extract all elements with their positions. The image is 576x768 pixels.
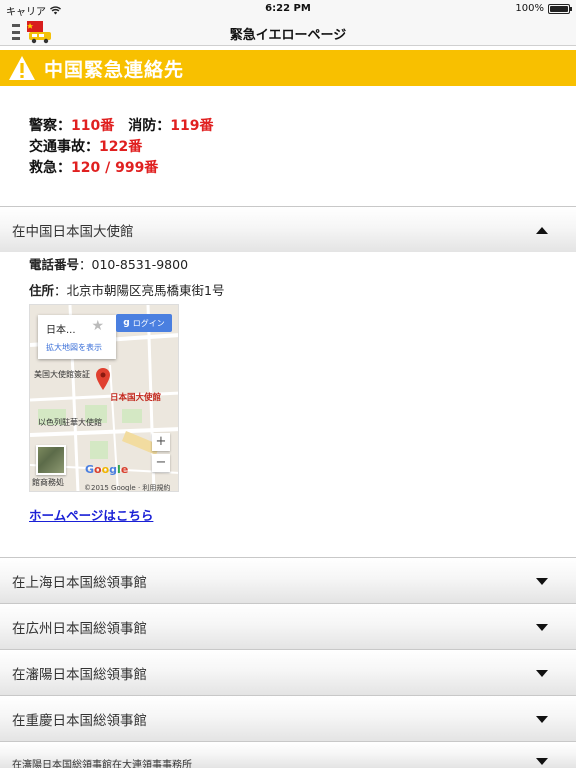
embassy-map[interactable]: 日本... ★ 拡大地図を表示 g ログイン 美国大使館簽証 日本国大使館 以色… [29, 304, 179, 492]
map-place-card[interactable]: 日本... ★ 拡大地図を表示 [38, 315, 116, 359]
warning-icon [9, 56, 35, 80]
accordion-title: 在中国日本国大使館 [12, 223, 134, 240]
accordion-title: 在瀋陽日本国総領事館在大連領事事務所 [12, 760, 192, 768]
accordion-header-dalian[interactable]: 在瀋陽日本国総領事館在大連領事事務所 [0, 741, 576, 768]
fire-number[interactable]: 119番 [170, 118, 213, 134]
homepage-link[interactable]: ホームページはこちら [29, 505, 153, 524]
phone-label: 電話番号 [29, 257, 80, 272]
banner-title: 中国緊急連絡先 [44, 58, 185, 81]
emergency-line-police-fire: 警察：110番 消防：119番 [29, 116, 213, 137]
accordion-header-beijing-embassy[interactable]: 在中国日本国大使館 [0, 206, 576, 252]
chevron-down-icon [536, 670, 548, 677]
status-time: 6:22 PM [265, 3, 311, 14]
google-logo: Google [85, 463, 129, 476]
status-bar: キャリア 6:22 PM 100% [0, 0, 576, 18]
emergency-line-traffic: 交通事故：122番 [29, 137, 213, 158]
page-title: 緊急イエローページ [229, 28, 347, 43]
battery-info: 100% [515, 3, 572, 14]
map-label-israel-embassy: 以色列駐華大使館 [38, 418, 102, 427]
accordion-header-chongqing[interactable]: 在重慶日本国総領事館 [0, 695, 576, 741]
zoom-in-button[interactable]: + [152, 433, 170, 451]
police-label: 警察： [29, 118, 71, 134]
battery-fill [550, 5, 568, 12]
map-enlarge-link[interactable]: 拡大地図を表示 [46, 342, 102, 353]
map-place-name: 日本... [46, 325, 76, 336]
satellite-toggle[interactable] [36, 445, 66, 475]
accordion-title: 在重慶日本国総領事館 [12, 712, 147, 729]
ambulance-label: 救急： [29, 160, 71, 176]
map-login-button[interactable]: g ログイン [116, 314, 172, 332]
chevron-up-icon [536, 227, 548, 234]
google-g-icon: g [123, 318, 130, 328]
traffic-number[interactable]: 122番 [99, 139, 142, 155]
zoom-out-button[interactable]: − [152, 454, 170, 472]
accordion-header-shenyang[interactable]: 在瀋陽日本国総領事館 [0, 649, 576, 695]
accordion-title: 在広州日本国総領事館 [12, 620, 147, 637]
battery-percent: 100% [515, 3, 544, 14]
accordion-title: 在上海日本国総領事館 [12, 574, 147, 591]
fire-label: 消防： [128, 118, 171, 134]
emergency-line-ambulance: 救急：120 / 999番 [29, 158, 213, 179]
chevron-down-icon [536, 578, 548, 585]
traffic-label: 交通事故： [29, 139, 99, 155]
address-row: 住所：北京市朝陽区亮馬橋東街1号 [29, 280, 224, 299]
warning-banner: 中国緊急連絡先 [0, 50, 576, 86]
map-label-bottom: 館商務処 [32, 478, 64, 487]
police-number[interactable]: 110番 [71, 118, 114, 134]
ambulance-number[interactable]: 120 / 999番 [71, 160, 158, 176]
emergency-numbers: 警察：110番 消防：119番 交通事故：122番 救急：120 / 999番 [29, 116, 213, 179]
map-label-us-embassy: 美国大使館簽証 [34, 370, 90, 379]
map-label-jp-embassy: 日本国大使館 [110, 393, 162, 403]
address-label: 住所 [29, 283, 55, 298]
chevron-down-icon [536, 716, 548, 723]
battery-icon [548, 3, 572, 14]
phone-row: 電話番号：010-8531-9800 [29, 254, 188, 273]
accordion-header-guangzhou[interactable]: 在広州日本国総領事館 [0, 603, 576, 649]
map-pin-icon [96, 368, 110, 390]
navigation-bar: 緊急イエローページ [0, 18, 576, 46]
chevron-down-icon [536, 624, 548, 631]
accordion-header-shanghai[interactable]: 在上海日本国総領事館 [0, 557, 576, 603]
map-login-label: ログイン [132, 318, 165, 328]
accordion-title: 在瀋陽日本国総領事館 [12, 666, 147, 683]
map-copyright[interactable]: ©2015 Google · 利用規約 [84, 483, 170, 491]
address-value: ：北京市朝陽区亮馬橋東街1号 [54, 283, 225, 298]
chevron-down-icon [536, 758, 548, 765]
phone-value[interactable]: ：010-8531-9800 [79, 257, 188, 272]
star-icon[interactable]: ★ [91, 318, 104, 334]
